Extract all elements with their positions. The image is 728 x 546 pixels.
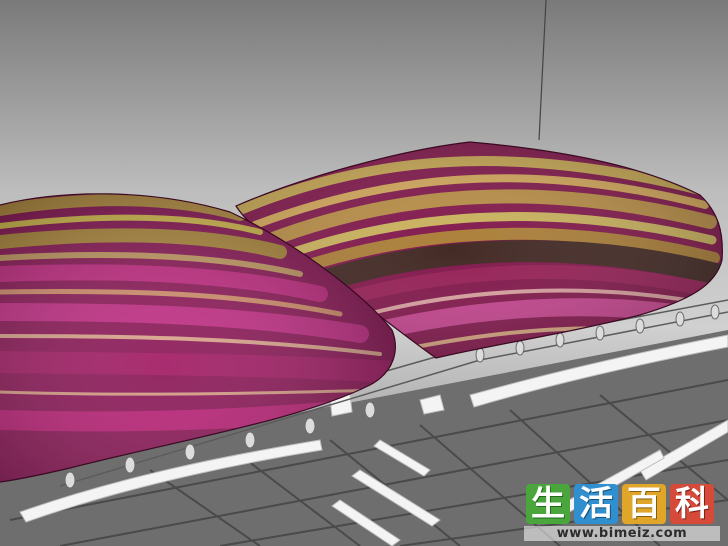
watermark-url: www.bimeiz.com [524,526,720,541]
site-watermark-logo: 生 活 百 科 www.bimeiz.com [524,484,720,542]
scene-illustration [0,0,728,546]
watermark-char-3: 百 [622,484,666,524]
watermark-char-4: 科 [670,484,714,524]
watermark-char-2: 活 [574,484,618,524]
photo-scene: 生 活 百 科 www.bimeiz.com [0,0,728,546]
watermark-char-1: 生 [526,484,570,524]
